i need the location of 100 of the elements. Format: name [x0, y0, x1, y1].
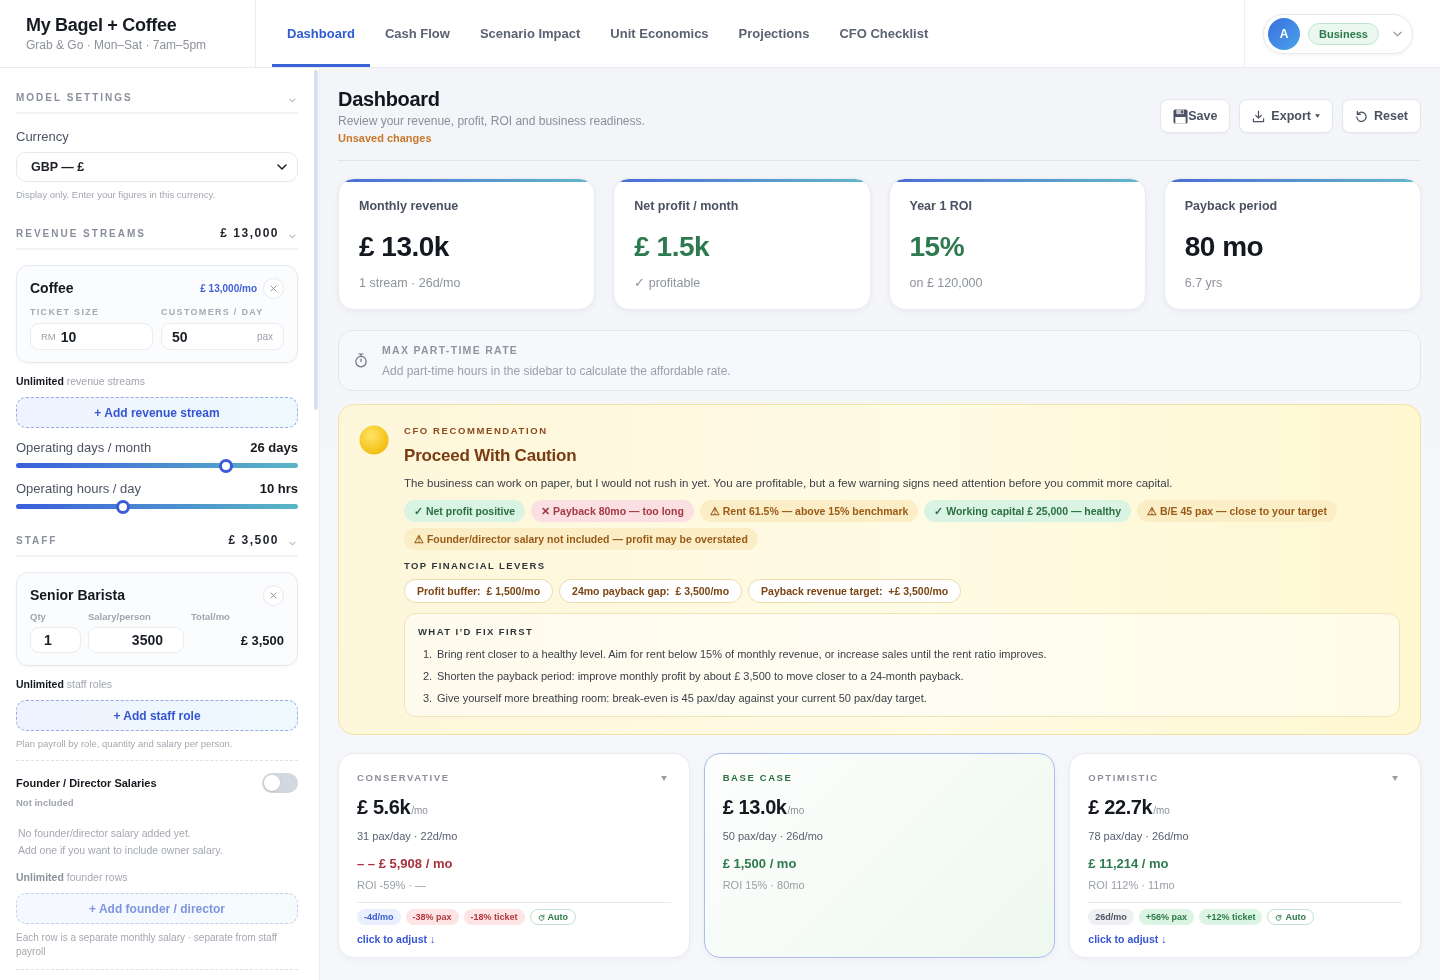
kpi-value: £ 1.5k	[634, 230, 711, 264]
empty-state-text: Add one if you want to include owner salary.	[18, 843, 224, 858]
chevron-down-icon[interactable]	[289, 233, 296, 239]
adjust-link[interactable]: click to adjust ↓	[1088, 932, 1167, 946]
field-label: Total/mo	[191, 611, 231, 623]
section-title: Founder / Director Salaries	[16, 777, 157, 789]
list-item-text: Give yourself more breathing room: break-even is 45 pax/day against your current 50 pax/day target.	[437, 691, 927, 706]
stopwatch-icon	[354, 353, 368, 368]
chevron-down-icon	[1393, 30, 1402, 37]
section-total: £ 3,500	[228, 533, 279, 547]
remove-button[interactable]	[263, 584, 284, 606]
field-label: Qty	[30, 611, 47, 623]
currency-select[interactable]: GBP — £	[16, 152, 298, 182]
scenario-profit: £ 11,214 / mo	[1088, 855, 1170, 873]
kpi-note: 1 stream · 26d/mo	[359, 275, 462, 291]
auto-adjust-toggle[interactable]: Auto	[1267, 909, 1314, 925]
slider-thumb[interactable]	[116, 499, 131, 514]
nav-tab[interactable]: Scenario Impact	[464, 0, 596, 67]
scenario-card[interactable]: OPTIMISTIC £ 22.7k/mo 78 pax/day · 26d/mo £ 11,214 / mo ROI 112% · 11mo 26d/mo +56% pax +12% ticket Auto click to adjust ↓	[1069, 753, 1421, 958]
unsaved-status: Unsaved changes	[338, 131, 433, 145]
stream-monthly-total: £ 13,000/mo	[200, 282, 257, 294]
nav-tab[interactable]: Unit Economics	[595, 0, 724, 67]
status-circle-icon	[359, 425, 389, 455]
scenario-card[interactable]: BASE CASE £ 13.0k/mo 50 pax/day · 26d/mo £ 1,500 / mo ROI 15% · 80mo	[703, 753, 1056, 958]
section-total: £ 13,000	[220, 226, 279, 240]
scenario-profit: – – £ 5,908 / mo	[357, 855, 454, 873]
chevron-down-icon	[277, 164, 287, 170]
scenario-label: OPTIMISTIC	[1088, 772, 1159, 784]
field-label: TICKET SIZE	[30, 306, 101, 318]
list-number: 2.	[422, 669, 434, 684]
field-label: Currency	[16, 129, 70, 145]
slider-label: Operating hours / day	[16, 482, 142, 496]
refresh-icon	[1275, 913, 1283, 921]
list-number: 1.	[422, 647, 434, 662]
remove-button[interactable]	[263, 277, 284, 299]
account-switcher[interactable]: A Business	[1263, 13, 1413, 54]
lever-tag: Payback revenue target: +£ 3,500/mo	[748, 579, 962, 603]
adjustment-tag: 26d/mo	[1088, 909, 1134, 925]
lever-tag: 24mo payback gap: £ 3,500/mo	[559, 579, 743, 603]
panel-title: WHAT I’D FIX FIRST	[418, 626, 535, 638]
download-icon	[1252, 109, 1266, 123]
adjustment-tag: -4d/mo	[357, 909, 401, 925]
scenario-profit: £ 1,500 / mo	[722, 855, 798, 873]
reset-button[interactable]: Reset	[1341, 99, 1421, 133]
kpi-value: 80 mo	[1184, 230, 1265, 264]
recommendation-title: Proceed With Caution	[404, 445, 578, 467]
status-tag: ✕ Payback 80mo — too long	[531, 500, 694, 522]
close-icon	[270, 591, 277, 599]
nav-tab[interactable]: CFO Checklist	[824, 0, 944, 67]
kpi-value: £ 13.0k	[359, 230, 450, 264]
salary-field[interactable]: 3500	[88, 627, 184, 653]
list-number: 3.	[422, 691, 434, 706]
section-heading: MODEL SETTINGS	[16, 91, 133, 103]
kpi-label: Payback period	[1184, 198, 1279, 214]
status-tag: ⚠ Rent 61.5% — above 15% benchmark	[699, 500, 919, 522]
scenario-roi: ROI 112% · 11mo	[1088, 878, 1176, 893]
chevron-down-icon[interactable]	[289, 97, 296, 103]
adjustment-tag: +56% pax	[1138, 909, 1195, 925]
chevron-down-icon[interactable]	[289, 540, 296, 546]
caret-down-icon[interactable]	[1392, 775, 1398, 781]
field-label: Salary/person	[88, 611, 152, 623]
list-item-text: Shorten the payback period: improve monthly profit by about £ 3,500 to move closer to a 24-month payback.	[437, 669, 964, 684]
kpi-label: Monthly revenue	[359, 198, 460, 214]
field-hint: Each row is a separate monthly salary · separate from staff payroll	[16, 931, 279, 959]
auto-adjust-toggle[interactable]: Auto	[529, 909, 577, 925]
field-label: CUSTOMERS / DAY	[161, 306, 265, 318]
nav-tab[interactable]: Cash Flow	[369, 0, 465, 67]
page-subtitle: Review your revenue, profit, ROI and business readiness.	[338, 113, 645, 129]
adjustment-tag: -38% pax	[405, 909, 459, 925]
export-button[interactable]: Export	[1239, 99, 1333, 133]
adjustment-tag: +12% ticket	[1199, 909, 1263, 925]
panel-title: MAX PART-TIME RATE	[382, 342, 520, 357]
empty-state-text: No founder/director salary added yet.	[18, 826, 192, 841]
kpi-value: 15%	[909, 230, 966, 264]
customers-field[interactable]: 50 pax	[161, 323, 284, 350]
scenario-card[interactable]: CONSERVATIVE £ 5.6k/mo 31 pax/day · 22d/mo – – £ 5,908 / mo ROI -59% · — -4d/mo -38% pax -18% ticket Auto click to adjust ↓	[338, 753, 690, 958]
toggle-switch[interactable]	[262, 773, 298, 793]
recommendation-summary: The business can work on paper, but I would not rush in yet. You are profitable, but a few warning signs need attention before you commit more capital.	[404, 476, 1174, 491]
add-staff-button[interactable]: + Add staff role	[16, 700, 298, 731]
adjust-link[interactable]: click to adjust ↓	[357, 932, 436, 946]
slider-thumb[interactable]	[219, 458, 234, 473]
kpi-note: ✓ profitable	[634, 275, 702, 291]
caret-down-icon[interactable]	[660, 775, 667, 781]
limit-note: Unlimited staff roles	[16, 678, 114, 690]
slider-label: Operating days / month	[16, 441, 152, 455]
limit-note: Unlimited founder rows	[16, 871, 129, 883]
user-avatar: A	[1268, 17, 1301, 50]
field-hint: Display only. Enter your figures in this currency.	[16, 189, 217, 201]
caret-down-icon	[1314, 114, 1320, 118]
lever-tag: Profit buffer: £ 1,500/mo	[404, 579, 554, 603]
refresh-icon	[537, 913, 545, 921]
quantity-field[interactable]: 1	[30, 627, 81, 653]
save-button[interactable]: Save	[1160, 99, 1231, 133]
add-stream-button[interactable]: + Add revenue stream	[16, 397, 298, 428]
ticket-size-field[interactable]: RM 10	[30, 323, 153, 350]
nav-tab[interactable]: Projections	[723, 0, 825, 67]
kpi-note: on £ 120,000	[909, 275, 984, 291]
unit-label: /mo	[1153, 805, 1170, 818]
kpi-label: Net profit / month	[634, 198, 740, 214]
scenario-label: CONSERVATIVE	[357, 772, 450, 784]
